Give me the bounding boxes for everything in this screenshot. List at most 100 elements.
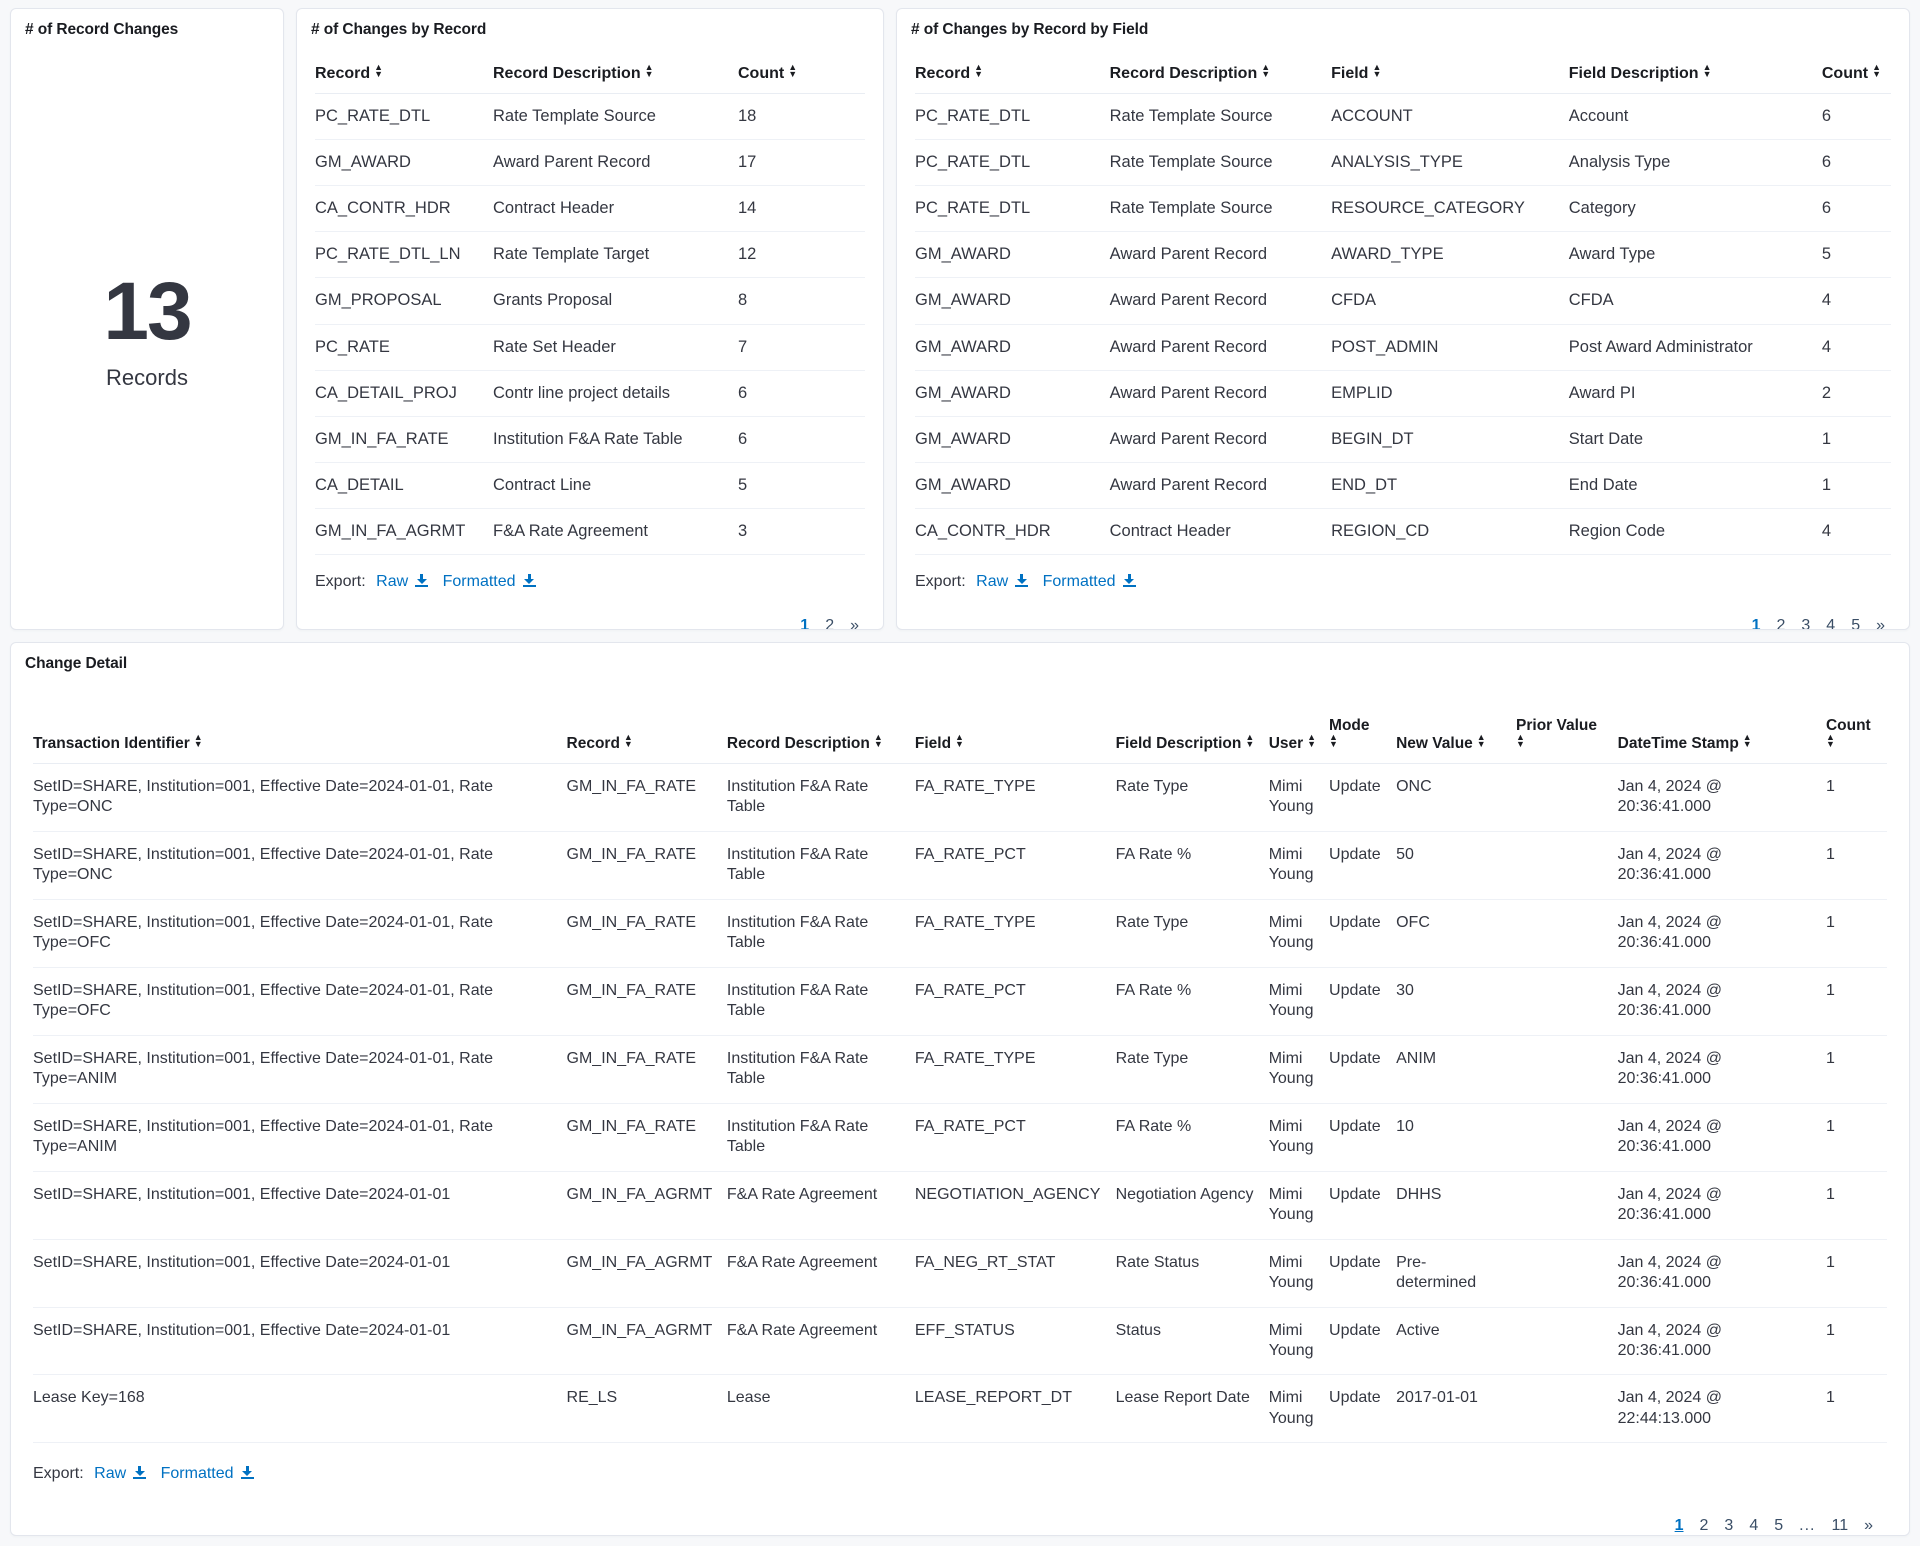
cell-record-description: Rate Template Target xyxy=(493,231,738,279)
sort-icon[interactable]: ▲ ▼ xyxy=(1372,63,1381,79)
sort-icon[interactable]: ▲ ▼ xyxy=(1261,63,1270,79)
cell-record: GM_IN_FA_RATE xyxy=(566,1035,727,1104)
pagination-change-detail[interactable]: 1 2 3 4 5... 11 » xyxy=(11,1483,1909,1535)
cell-record: PC_RATE_DTL xyxy=(915,93,1110,141)
dashboard-root: # of Record Changes 13 Records # of Chan… xyxy=(0,0,1920,1546)
sort-icon[interactable]: ▲ ▼ xyxy=(874,733,883,749)
pagination-page-1[interactable]: 1 xyxy=(1752,617,1761,629)
cell-field: NEGOTIATION_AGENCY xyxy=(914,1171,1116,1240)
pagination-next-button[interactable]: » xyxy=(1876,617,1885,629)
pagination-page-4[interactable]: 4 xyxy=(1826,617,1835,629)
export-raw-link[interactable]: Raw xyxy=(376,573,408,590)
cell-count: 2 xyxy=(1821,370,1891,417)
export-formatted-link[interactable]: Formatted xyxy=(443,573,516,590)
pagination-page-11[interactable]: 11 xyxy=(1831,1517,1848,1535)
column-header-record[interactable]: Record ▲ ▼ xyxy=(315,63,493,94)
sort-icon[interactable]: ▲ ▼ xyxy=(788,63,797,79)
cell-count: 6 xyxy=(738,416,865,463)
sort-icon[interactable]: ▲ ▼ xyxy=(1872,63,1881,79)
pagination-page-2[interactable]: 2 xyxy=(825,617,834,629)
pagination-next-button[interactable]: » xyxy=(1864,1517,1873,1535)
pagination-by-record[interactable]: 1 2 » xyxy=(297,591,883,629)
pagination-page-4[interactable]: 4 xyxy=(1749,1517,1758,1535)
pagination-next-button[interactable]: » xyxy=(850,617,859,629)
sort-icon[interactable]: ▲ ▼ xyxy=(1245,733,1254,749)
sort-icon[interactable]: ▲ ▼ xyxy=(1743,733,1752,749)
cell-user: Mimi Young xyxy=(1268,1374,1330,1444)
export-formatted-link[interactable]: Formatted xyxy=(1043,573,1116,590)
table-row: GM_AWARD Award Parent Record POST_ADMIN Pos… xyxy=(915,324,1891,371)
sort-icon[interactable]: ▲ ▼ xyxy=(194,733,203,749)
sort-icon[interactable]: ▲ ▼ xyxy=(1307,733,1316,749)
pagination-page-5[interactable]: 5 xyxy=(1851,617,1860,629)
pagination-page-5[interactable]: 5 xyxy=(1774,1517,1783,1535)
download-icon[interactable] xyxy=(1015,574,1029,588)
column-header-count[interactable]: Count ▲ ▼ xyxy=(738,63,865,94)
download-icon[interactable] xyxy=(240,1466,254,1480)
cell-record: GM_IN_FA_RATE xyxy=(566,899,727,968)
column-header-count[interactable]: Count ▲ ▼ xyxy=(1825,717,1887,764)
sort-icon[interactable]: ▲ ▼ xyxy=(974,63,983,79)
column-header-prior-value[interactable]: Prior Value ▲ ▼ xyxy=(1516,717,1618,764)
column-header-user[interactable]: User ▲ ▼ xyxy=(1268,717,1330,764)
column-header-datetime-stamp[interactable]: DateTime Stamp ▲ ▼ xyxy=(1617,717,1826,764)
export-label: Export: xyxy=(915,573,966,591)
table-body: PC_RATE_DTL Rate Template Source 18 GM_AWAR… xyxy=(315,93,865,556)
column-header-count[interactable]: Count ▲ ▼ xyxy=(1821,63,1891,94)
changes-by-record-by-field-table-wrap: Record ▲ ▼ Record Description ▲ ▼ Field ▲ ▼ Fi… xyxy=(897,39,1909,556)
cell-count: 3 xyxy=(738,508,865,556)
cell-field-description: Rate Type xyxy=(1115,763,1269,832)
column-header-field-description[interactable]: Field Description ▲ ▼ xyxy=(1115,717,1269,764)
sort-icon[interactable]: ▲ ▼ xyxy=(645,63,654,79)
pagination-page-2[interactable]: 2 xyxy=(1700,1517,1709,1535)
pagination-by-record-by-field[interactable]: 1 2 3 4 5 » xyxy=(897,591,1909,629)
table-row: GM_AWARD Award Parent Record EMPLID Award P… xyxy=(915,370,1891,417)
column-header-record-description[interactable]: Record Description ▲ ▼ xyxy=(493,63,738,94)
column-header-field[interactable]: Field ▲ ▼ xyxy=(914,717,1116,764)
cell-prior-value xyxy=(1516,899,1618,968)
pagination-page-2[interactable]: 2 xyxy=(1776,617,1785,629)
export-raw-link[interactable]: Raw xyxy=(976,573,1008,590)
cell-record: GM_IN_FA_RATE xyxy=(566,831,727,900)
pagination-page-3[interactable]: 3 xyxy=(1801,617,1810,629)
sort-icon[interactable]: ▲ ▼ xyxy=(624,733,633,749)
table-row: GM_IN_FA_RATE Institution F&A Rate Table 6 xyxy=(315,416,865,463)
column-header-field[interactable]: Field ▲ ▼ xyxy=(1331,63,1569,94)
table-row: CA_CONTR_HDR Contract Header REGION_CD Regi… xyxy=(915,508,1891,556)
sort-icon[interactable]: ▲ ▼ xyxy=(374,63,383,79)
sort-icon[interactable]: ▲ ▼ xyxy=(1477,733,1486,749)
sort-icon[interactable]: ▲ ▼ xyxy=(1516,733,1525,749)
cell-count: 6 xyxy=(738,370,865,417)
pagination-page-3[interactable]: 3 xyxy=(1724,1517,1733,1535)
column-header-mode[interactable]: Mode ▲ ▼ xyxy=(1329,717,1397,764)
cell-user: Mimi Young xyxy=(1268,1307,1330,1376)
download-icon[interactable] xyxy=(133,1466,147,1480)
download-icon[interactable] xyxy=(522,574,536,588)
column-header-new-value[interactable]: New Value ▲ ▼ xyxy=(1396,717,1517,764)
cell-record: GM_IN_FA_AGRMT xyxy=(566,1239,727,1308)
column-header-record-description[interactable]: Record Description ▲ ▼ xyxy=(726,717,915,764)
table-row: PC_RATE_DTL Rate Template Source RESOURCE_… xyxy=(915,185,1891,233)
cell-field: FA_RATE_TYPE xyxy=(914,899,1116,968)
sort-icon[interactable]: ▲ ▼ xyxy=(1826,733,1835,749)
column-header-record[interactable]: Record ▲ ▼ xyxy=(566,717,727,764)
table-row: PC_RATE_DTL Rate Template Source ANALYSIS_… xyxy=(915,139,1891,187)
download-icon[interactable] xyxy=(1122,574,1136,588)
cell-count: 18 xyxy=(738,93,865,141)
export-formatted-link[interactable]: Formatted xyxy=(161,1465,234,1482)
table-row: PC_RATE_DTL_LN Rate Template Target 12 xyxy=(315,231,865,279)
column-header-transaction-identifier[interactable]: Transaction Identifier ▲ ▼ xyxy=(33,717,567,764)
column-header-record[interactable]: Record ▲ ▼ xyxy=(915,63,1110,94)
sort-icon[interactable]: ▲ ▼ xyxy=(955,733,964,749)
cell-record: GM_IN_FA_AGRMT xyxy=(566,1307,727,1376)
export-raw-link[interactable]: Raw xyxy=(94,1465,126,1482)
download-icon[interactable] xyxy=(415,574,429,588)
sort-icon[interactable]: ▲ ▼ xyxy=(1703,63,1712,79)
pagination-page-1[interactable]: 1 xyxy=(1675,1517,1684,1535)
pagination-page-1[interactable]: 1 xyxy=(800,617,809,629)
cell-transaction-identifier: SetID=SHARE, Institution=001, Effective … xyxy=(33,1171,567,1240)
column-header-field-description[interactable]: Field Description ▲ ▼ xyxy=(1568,63,1822,94)
sort-icon[interactable]: ▲ ▼ xyxy=(1329,733,1338,749)
cell-record: GM_IN_FA_RATE xyxy=(566,1103,727,1172)
column-header-record-description[interactable]: Record Description ▲ ▼ xyxy=(1109,63,1332,94)
